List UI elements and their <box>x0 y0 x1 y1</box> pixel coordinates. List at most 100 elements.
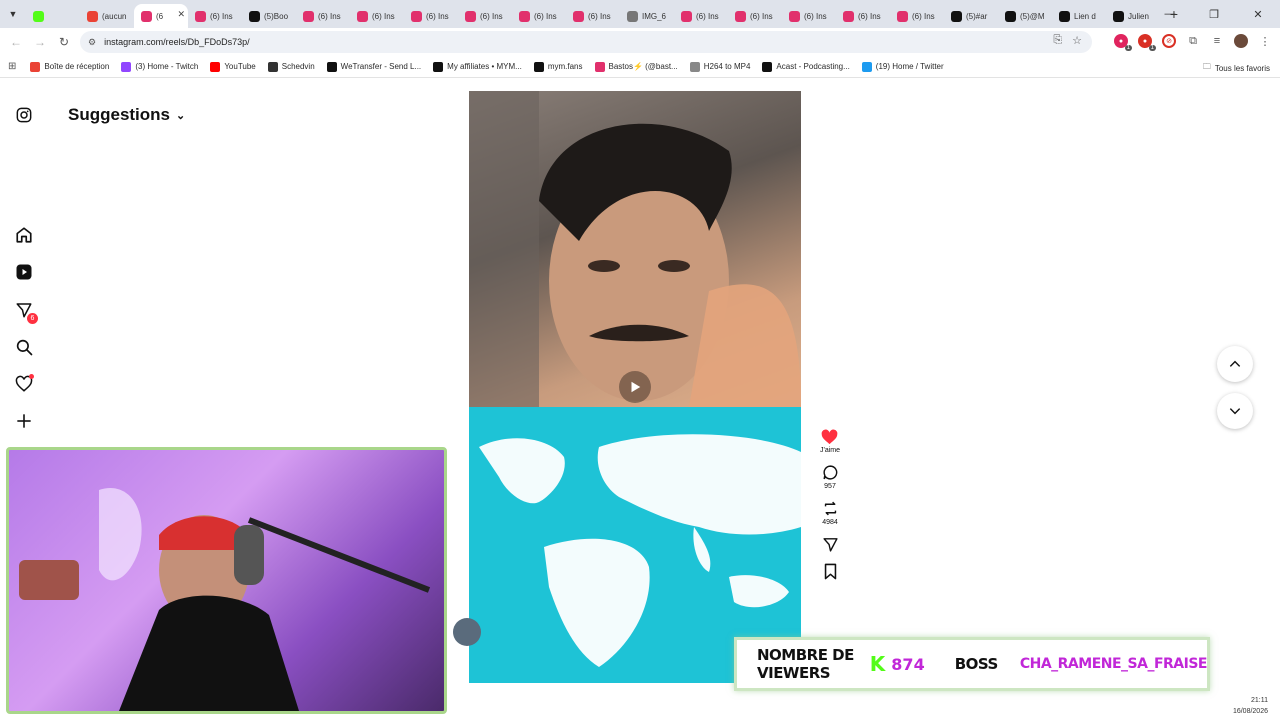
omnibox[interactable]: ⚙ instagram.com/reels/Db_FDoDs73p/ ⎘ ☆ <box>80 31 1092 53</box>
extension-icon[interactable]: ● 1 <box>1114 34 1132 51</box>
notifications-heart-icon[interactable] <box>12 372 36 396</box>
browser-tab-bar: ▼ (aucun (6 ✕ (6) Ins (5)Boo (6) Ins (6) Ins (6… <box>0 0 1280 28</box>
repost-button[interactable]: 4984 <box>822 500 839 526</box>
restore-icon[interactable]: ❐ <box>1192 8 1236 21</box>
browser-tab[interactable]: (6) Ins <box>674 4 728 28</box>
bookmark-item[interactable]: H264 to MP4 <box>689 61 750 72</box>
home-icon[interactable] <box>12 223 36 247</box>
browser-tab[interactable]: (6) Ins <box>458 4 512 28</box>
viewers-overlay: NOMBRE DE VIEWERS K 874 BOSS CHA_RAMENE_… <box>734 637 1210 691</box>
messages-icon[interactable]: 6 <box>12 298 38 324</box>
tab-favicon-icon <box>735 10 746 22</box>
url-text[interactable]: instagram.com/reels/Db_FDoDs73p/ <box>104 37 250 47</box>
play-icon[interactable] <box>619 371 651 403</box>
bookmark-item[interactable]: My affiliates • MYM... <box>433 61 522 72</box>
like-button[interactable]: J'aime <box>820 429 840 454</box>
media-controls-icon[interactable]: ≡ <box>1210 34 1224 48</box>
create-plus-icon[interactable] <box>12 409 36 433</box>
bookmark-favicon-icon <box>267 61 278 72</box>
apps-grid-icon[interactable]: ⊞ <box>8 61 16 72</box>
browser-tab[interactable]: (6) Ins <box>566 4 620 28</box>
bookmark-favicon-icon <box>326 61 337 72</box>
tab-favicon-icon <box>357 10 368 22</box>
tab-favicon-icon <box>1113 10 1124 22</box>
browser-tab[interactable]: Lien d <box>1052 4 1106 28</box>
bookmark-favicon-icon <box>594 61 605 72</box>
minimize-icon[interactable]: — <box>1148 8 1192 20</box>
bookmark-item[interactable]: Boîte de réception <box>30 61 109 72</box>
browser-tab[interactable]: (6) Ins <box>782 4 836 28</box>
install-app-icon[interactable]: ⎘ <box>1053 34 1062 47</box>
bookmark-item[interactable]: mym.fans <box>533 61 583 72</box>
reload-icon[interactable]: ↻ <box>52 35 76 49</box>
tab-label: (6) Ins <box>804 11 827 21</box>
all-bookmarks[interactable]: 🗀 Tous les favoris <box>1203 61 1270 75</box>
tab-label: (5)@M <box>1020 11 1045 21</box>
bookmark-item[interactable]: Bastos⚡ (@bast... <box>594 61 678 72</box>
comment-button[interactable]: 957 <box>822 464 839 490</box>
bookmark-label: mym.fans <box>547 62 583 71</box>
bookmark-item[interactable]: WeTransfer - Send L... <box>326 61 422 72</box>
profile-avatar[interactable] <box>1234 34 1248 48</box>
bookmark-label: (19) Home / Twitter <box>875 62 944 71</box>
folder-icon: 🗀 <box>1202 62 1211 71</box>
bookmark-item[interactable]: (3) Home - Twitch <box>121 61 198 72</box>
search-icon[interactable] <box>12 335 36 359</box>
bookmarks-bar: ⊞ Boîte de réception (3) Home - Twitch You… <box>0 56 1280 78</box>
browser-tab[interactable]: (6) Ins <box>890 4 944 28</box>
chevron-down-icon: ⌄ <box>176 109 186 122</box>
forward-icon[interactable]: → <box>28 35 52 49</box>
creator-avatar[interactable] <box>453 618 481 646</box>
next-reel-button[interactable] <box>1217 393 1253 429</box>
save-bookmark-button[interactable] <box>823 563 838 580</box>
browser-tab[interactable]: (6) Ins <box>188 4 242 28</box>
browser-tab[interactable]: (6) Ins <box>296 4 350 28</box>
bookmark-favicon-icon <box>121 61 132 72</box>
clock-date: 16/08/2026 <box>1232 708 1268 715</box>
browser-tab[interactable]: (5)#ar <box>944 4 998 28</box>
browser-tab[interactable]: (6) Ins <box>350 4 404 28</box>
tab-label: IMG_6 <box>642 11 667 21</box>
tab-strip: (aucun (6 ✕ (6) Ins (5)Boo (6) Ins (6) Ins (6) … <box>26 0 1160 28</box>
browser-tab[interactable]: (6) Ins <box>728 4 782 28</box>
extension-icon[interactable]: ● 1 <box>1138 34 1156 51</box>
browser-tab[interactable]: (5)@M <box>998 4 1052 28</box>
comments-count: 957 <box>824 483 836 490</box>
tab-label: (6) Ins <box>696 11 719 21</box>
browser-tab[interactable]: (6 ✕ <box>134 4 188 28</box>
browser-menu-icon[interactable]: ⋮ <box>1258 34 1272 48</box>
bookmark-item[interactable]: Schedvin <box>267 61 315 72</box>
site-info-icon[interactable]: ⚙ <box>88 37 96 48</box>
reels-icon[interactable] <box>12 260 36 284</box>
taskbar-clock[interactable]: 21:11 16/08/2026 <box>1233 695 1268 717</box>
boss-label: BOSS <box>954 655 999 673</box>
instagram-logo-icon[interactable] <box>12 103 36 127</box>
bookmark-item[interactable]: Acast - Podcasting... <box>762 61 850 72</box>
browser-tab[interactable]: (6) Ins <box>512 4 566 28</box>
browser-tab[interactable]: (6) Ins <box>404 4 458 28</box>
tab-favicon-icon <box>951 10 962 22</box>
share-button[interactable] <box>822 536 839 553</box>
browser-tab[interactable]: (6) Ins <box>836 4 890 28</box>
back-icon[interactable]: ← <box>4 35 28 49</box>
extensions-puzzle-icon[interactable]: ⧉ <box>1186 34 1200 48</box>
browser-tab[interactable]: (aucun <box>80 4 134 28</box>
suggestions-dropdown[interactable]: Suggestions ⌄ <box>68 105 185 125</box>
close-window-icon[interactable]: ✕ <box>1236 8 1280 21</box>
bookmark-label: WeTransfer - Send L... <box>340 62 422 71</box>
browser-tab[interactable] <box>26 4 80 28</box>
clock-time: 21:11 <box>1251 697 1268 704</box>
window-controls: — ❐ ✕ <box>1148 0 1280 28</box>
bookmark-label: YouTube <box>224 62 256 71</box>
browser-tab[interactable]: IMG_6 <box>620 4 674 28</box>
bookmark-item[interactable]: (19) Home / Twitter <box>861 61 944 72</box>
tab-search-chevron-icon[interactable]: ▼ <box>0 0 26 28</box>
bookmark-star-icon[interactable]: ☆ <box>1072 34 1082 47</box>
browser-tab[interactable]: (5)Boo <box>242 4 296 28</box>
close-tab-icon[interactable]: ✕ <box>177 9 185 20</box>
block-extension-icon[interactable]: ⊘ <box>1162 34 1176 48</box>
previous-reel-button[interactable] <box>1217 346 1253 382</box>
bookmark-item[interactable]: YouTube <box>210 61 256 72</box>
bookmark-label: My affiliates • MYM... <box>447 62 522 71</box>
reel-video[interactable] <box>469 91 801 683</box>
